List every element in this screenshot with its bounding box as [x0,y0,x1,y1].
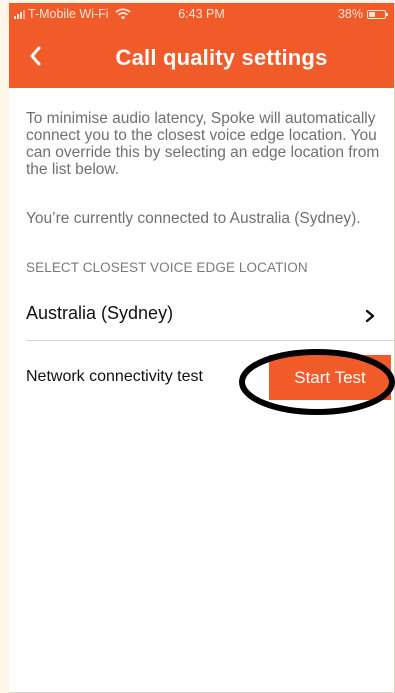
nav-bar: Call quality settings [9,25,394,88]
edge-location-row[interactable]: Australia (Sydney) [26,287,394,341]
section-header: SELECT CLOSEST VOICE EDGE LOCATION [26,260,308,275]
page-title: Call quality settings [115,45,328,70]
battery-icon [367,9,388,19]
edge-location-label: Australia (Sydney) [26,303,174,323]
connected-location-text: You’re currently connected to Australia … [26,210,361,227]
start-test-button[interactable]: Start Test [269,355,391,400]
back-button[interactable] [19,39,51,73]
battery-nub [386,12,388,16]
status-time: 6:43 PM [178,7,225,21]
phone-screen: T-Mobile Wi-Fi 6:43 PM 38% Call quality … [9,3,395,693]
network-test-row: Network connectivity test Start Test [26,353,394,403]
intro-text: To minimise audio latency, Spoke will au… [26,110,380,178]
screenshot-frame: T-Mobile Wi-Fi 6:43 PM 38% Call quality … [0,0,395,693]
battery-percent: 38% [337,7,363,21]
battery-fill [369,11,375,17]
status-right: 38% [337,7,388,21]
network-test-label: Network connectivity test [26,368,203,385]
chevron-right-icon [365,309,375,323]
status-bar: T-Mobile Wi-Fi 6:43 PM 38% [9,3,394,25]
chevron-left-icon [30,46,41,66]
